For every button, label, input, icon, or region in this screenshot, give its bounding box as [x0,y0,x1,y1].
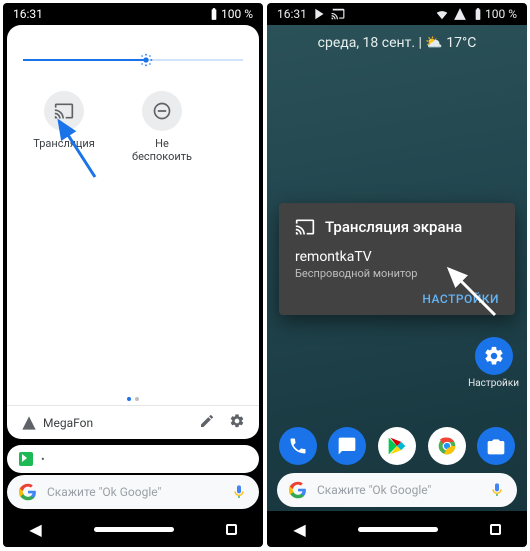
nav-home-button[interactable] [94,527,174,532]
status-bar: 16:31 100 % [267,3,527,25]
qs-tile-cast[interactable]: Трансляция [29,91,99,163]
wifi-icon [435,7,449,21]
settings-button[interactable] [229,413,245,432]
quick-settings-panel: Трансляция Не беспокоить MegaFon [7,25,259,439]
cast-dialog: Трансляция экрана remontkaTV Беспроводно… [279,203,515,315]
status-bar: 16:31 100 % [3,3,263,25]
signal-icon [21,415,37,431]
mic-icon[interactable] [489,482,505,498]
google-search-bar[interactable]: Скажите "Ok Google" [7,475,259,509]
mic-icon[interactable] [231,484,247,500]
nav-back-button[interactable]: ◀ [293,520,305,539]
cast-status-icon [331,7,345,21]
cast-device-name: remontkaTV [295,249,499,265]
cast-icon [295,217,315,237]
app-phone[interactable] [279,427,317,465]
cast-icon [54,101,74,121]
dnd-icon [152,101,172,121]
settings-shortcut[interactable]: Настройки [468,337,519,389]
status-battery: 100 % [221,7,253,21]
nav-home-button[interactable] [358,527,438,532]
search-placeholder: Скажите "Ok Google" [47,485,161,499]
google-search-bar[interactable]: Скажите "Ok Google" [277,473,517,507]
status-battery: 100 % [485,7,517,21]
google-logo-icon [19,483,37,501]
brightness-thumb-icon [138,52,154,68]
cast-settings-button[interactable]: НАСТРОЙКИ [422,292,499,306]
notification-text: • [41,453,45,466]
nav-back-button[interactable]: ◀ [29,520,41,539]
status-time: 16:31 [13,7,43,21]
nav-recents-button[interactable] [226,524,237,535]
edit-button[interactable] [199,413,215,432]
qs-tile-dnd[interactable]: Не беспокоить [127,91,197,163]
qs-tiles-row: Трансляция Не беспокоить [23,91,243,163]
app-chrome[interactable] [428,427,466,465]
cast-device-subtitle: Беспроводной монитор [295,267,499,280]
qs-tile-label: Трансляция [29,137,99,150]
cast-dialog-title: Трансляция экрана [325,218,462,236]
gear-icon [483,345,505,367]
app-dock [267,427,527,465]
battery-icon [471,7,485,21]
navigation-bar: ◀ [267,511,527,547]
settings-shortcut-label: Настройки [468,378,519,389]
navigation-bar: ◀ [3,511,263,547]
qs-tile-label: Не беспокоить [127,137,197,163]
google-logo-icon [289,481,307,499]
app-messages[interactable] [328,427,366,465]
play-store-icon [313,7,327,21]
page-indicator [127,397,139,401]
brightness-slider[interactable] [23,45,243,75]
notification-app-icon [19,452,33,466]
qs-footer: MegaFon [7,405,259,439]
cast-device-item[interactable]: remontkaTV Беспроводной монитор [295,249,499,280]
date-weather-widget[interactable]: среда, 18 сент. | ⛅ 17°C [267,35,527,51]
signal-icon [453,7,467,21]
battery-icon [207,7,221,21]
nav-recents-button[interactable] [490,524,501,535]
search-placeholder: Скажите "Ok Google" [317,483,431,497]
phone-screenshot-left: 16:31 100 % Трансляция Не беспокоить [3,3,263,547]
notification-card[interactable]: • [7,445,259,473]
carrier-label: MegaFon [43,416,93,430]
status-time: 16:31 [277,7,307,21]
app-camera[interactable] [477,427,515,465]
home-screen: среда, 18 сент. | ⛅ 17°C Трансляция экра… [267,25,527,511]
phone-screenshot-right: 16:31 100 % среда, 18 сент. | ⛅ 17°C Тра… [267,3,527,547]
app-play-store[interactable] [378,427,416,465]
